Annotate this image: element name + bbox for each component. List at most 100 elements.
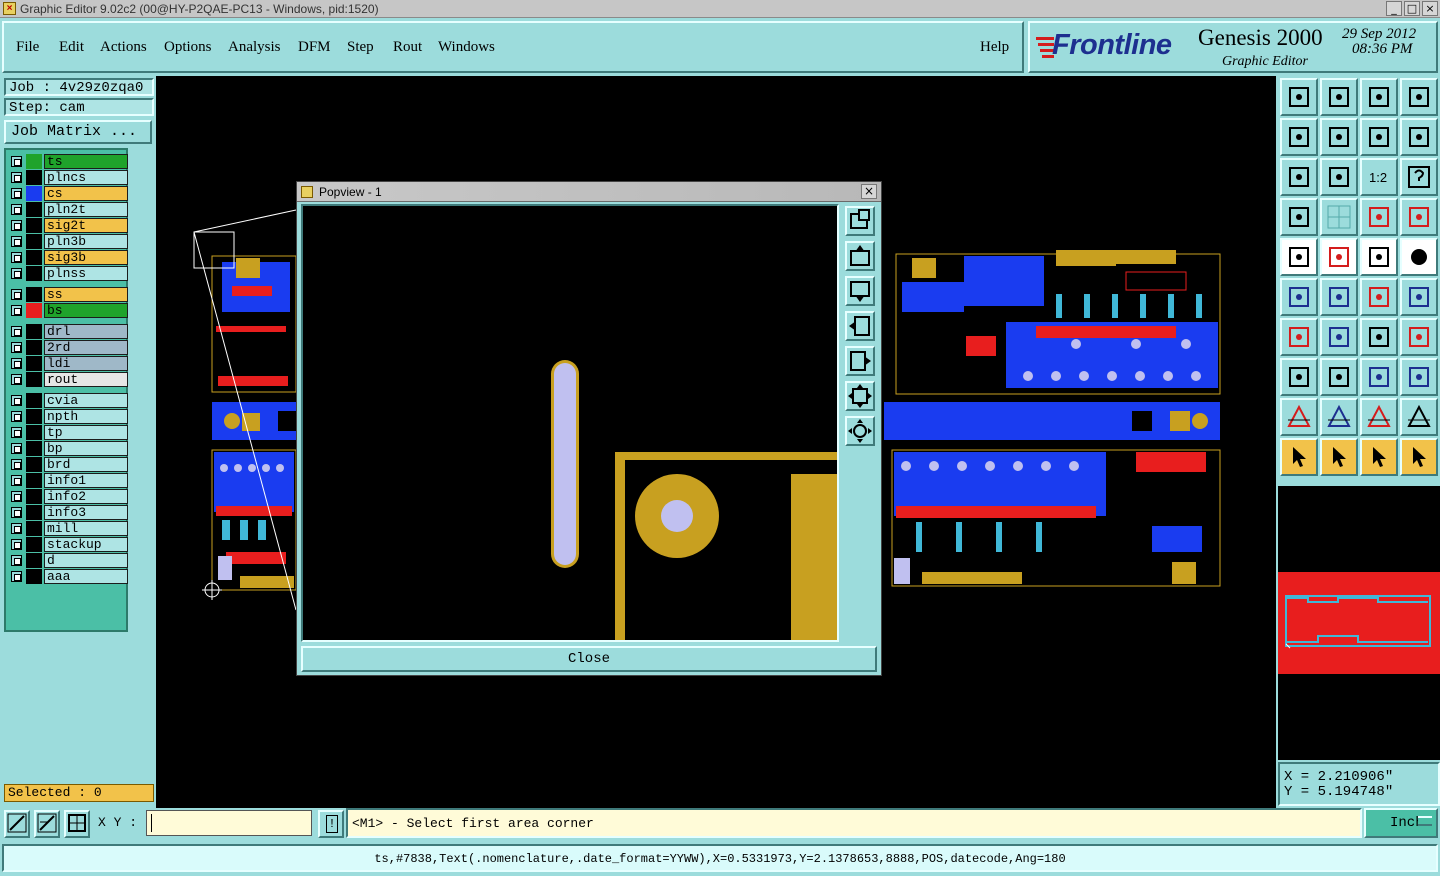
one-to-one-icon[interactable]: 1:2 [1360,158,1398,196]
layer-checkbox[interactable] [11,571,22,582]
layer-name[interactable]: pln3b [44,234,128,249]
menu-analysis[interactable]: Analysis [228,39,281,56]
layer-color-swatch[interactable] [26,287,42,302]
popview-pan-right-icon[interactable] [845,346,875,376]
maximize-button[interactable]: □ [1404,1,1420,16]
pointer-select-icon[interactable] [1320,438,1358,476]
layer-color-swatch[interactable] [26,340,42,355]
layer-checkbox[interactable] [11,342,22,353]
layer-row-tp[interactable]: tp [8,425,128,440]
layer-color-swatch[interactable] [26,372,42,387]
pan-right-icon[interactable] [1320,118,1358,156]
layer-checkbox[interactable] [11,411,22,422]
layer-row-ts[interactable]: ts [8,154,128,169]
popview-zoom-fit-icon[interactable] [845,381,875,411]
help-icon[interactable] [1400,158,1438,196]
menu-help[interactable]: Help [980,39,1009,56]
layer-name[interactable]: sig2t [44,218,128,233]
layer-row-pln3b[interactable]: pln3b [8,234,128,249]
scale-icon[interactable] [1360,358,1398,396]
layer-checkbox[interactable] [11,358,22,369]
layer-color-swatch[interactable] [26,473,42,488]
line-red-icon[interactable] [1360,278,1398,316]
layer-row-rout[interactable]: rout [8,372,128,387]
popview-zoom-center-icon[interactable] [845,416,875,446]
layer-checkbox[interactable] [11,289,22,300]
layer-row-pln2t[interactable]: pln2t [8,202,128,217]
layer-row-bs[interactable]: bs [8,303,128,318]
layer-row-mill[interactable]: mill [8,521,128,536]
layer-name[interactable]: aaa [44,569,128,584]
triangle-tilt-icon[interactable] [1400,398,1438,436]
layer-color-swatch[interactable] [26,356,42,371]
menu-step[interactable]: Step [347,39,374,56]
layer-row-sig3b[interactable]: sig3b [8,250,128,265]
layer-row-cvia[interactable]: cvia [8,393,128,408]
minimize-button[interactable]: _ [1386,1,1402,16]
layer-color-swatch[interactable] [26,303,42,318]
pointer-route-icon[interactable] [1400,438,1438,476]
layer-row-plncs[interactable]: plncs [8,170,128,185]
menu-windows[interactable]: Windows [438,39,495,56]
copy-to-layer-icon[interactable] [1280,78,1318,116]
layer-color-swatch[interactable] [26,457,42,472]
layer-color-swatch[interactable] [26,234,42,249]
home-icon[interactable] [1360,78,1398,116]
layer-name[interactable]: info2 [44,489,128,504]
layer-color-swatch[interactable] [26,186,42,201]
triangle-red-alt-icon[interactable] [1360,398,1398,436]
menu-dfm[interactable]: DFM [298,39,331,56]
layer-color-swatch[interactable] [26,324,42,339]
copy-blob-icon[interactable] [1400,358,1438,396]
connect-icon[interactable] [1280,278,1318,316]
zoom-fit-icon[interactable] [1280,158,1318,196]
layer-name[interactable]: bs [44,303,128,318]
pad-red-icon[interactable] [1400,318,1438,356]
snap-box-icon[interactable] [64,810,90,838]
layer-name[interactable]: drl [44,324,128,339]
layer-color-swatch[interactable] [26,266,42,281]
triangle-blue-icon[interactable] [1320,398,1358,436]
undo-view-icon[interactable] [1360,118,1398,156]
layer-name[interactable]: cs [44,186,128,201]
triangle-red-icon[interactable] [1280,398,1318,436]
layer-row-d[interactable]: d [8,553,128,568]
snap-red-alt-icon[interactable] [1400,198,1438,236]
ruler-red-icon[interactable] [1320,238,1358,276]
layer-name[interactable]: tp [44,425,128,440]
layer-checkbox[interactable] [11,172,22,183]
layer-row-info1[interactable]: info1 [8,473,128,488]
layer-checkbox[interactable] [11,220,22,231]
layer-row-ldi[interactable]: ldi [8,356,128,371]
layer-row-bp[interactable]: bp [8,441,128,456]
measure-icon[interactable] [1360,238,1398,276]
layer-color-swatch[interactable] [26,505,42,520]
layer-name[interactable]: plncs [44,170,128,185]
layer-name[interactable]: info1 [44,473,128,488]
layer-name[interactable]: ss [44,287,128,302]
layer-color-swatch[interactable] [26,569,42,584]
layer-checkbox[interactable] [11,252,22,263]
layer-color-swatch[interactable] [26,202,42,217]
layer-name[interactable]: brd [44,457,128,472]
layer-name[interactable]: bp [44,441,128,456]
move-to-layer-icon[interactable] [1320,78,1358,116]
pointer-alt-icon[interactable] [1360,438,1398,476]
snap-grid-icon[interactable] [34,810,60,838]
popview-close-icon[interactable]: × [861,184,877,199]
layer-color-swatch[interactable] [26,489,42,504]
layer-color-swatch[interactable] [26,250,42,265]
zoom-center-icon[interactable] [1320,158,1358,196]
layer-checkbox[interactable] [11,204,22,215]
overview-map[interactable] [1278,486,1440,760]
layer-checkbox[interactable] [11,507,22,518]
layer-row-aaa[interactable]: aaa [8,569,128,584]
layer-name[interactable]: info3 [44,505,128,520]
layer-color-swatch[interactable] [26,154,42,169]
angle-red-icon[interactable] [1280,318,1318,356]
layer-name[interactable]: pln2t [44,202,128,217]
graphic-controls-icon[interactable] [1280,198,1318,236]
layer-name[interactable]: ldi [44,356,128,371]
snap-red-icon[interactable] [1360,198,1398,236]
layer-checkbox[interactable] [11,491,22,502]
